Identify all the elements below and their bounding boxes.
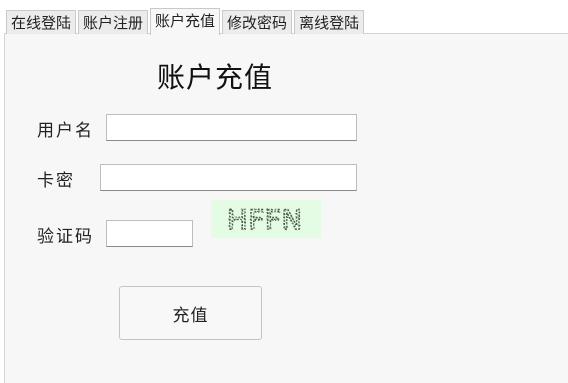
username-label: 用户名 [37,121,94,141]
tab-offline-login[interactable]: 离线登陆 [294,10,365,34]
captcha-input[interactable] [106,220,193,247]
username-input[interactable] [106,114,357,141]
tab-change-password[interactable]: 修改密码 [222,10,293,34]
card-key-label: 卡密 [37,171,75,191]
card-key-input[interactable] [100,164,357,191]
recharge-panel: 账户充值 用户名 卡密 验证码 HFFN 充值 [4,33,568,383]
captcha-label: 验证码 [37,227,94,247]
captcha-graphic: HFFN [226,204,303,237]
captcha-image[interactable]: HFFN [211,200,321,238]
tab-account-recharge[interactable]: 账户充值 [150,8,221,35]
captcha-text: HFFN [227,205,303,236]
recharge-button[interactable]: 充值 [119,286,262,340]
tab-bar: 在线登陆 账户注册 账户充值 修改密码 离线登陆 [6,8,366,35]
tab-online-login[interactable]: 在线登陆 [6,10,77,34]
page-title: 账户充值 [156,61,273,94]
tab-account-register[interactable]: 账户注册 [78,10,149,34]
